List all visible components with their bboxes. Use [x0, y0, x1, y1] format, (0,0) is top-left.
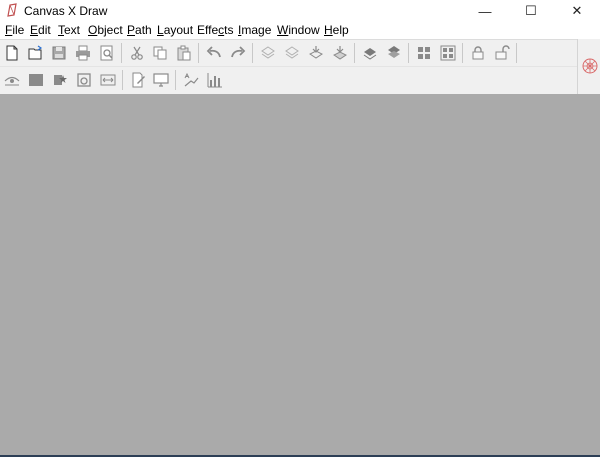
edit-document-icon[interactable]: [129, 71, 147, 89]
effects-icon[interactable]: [51, 71, 69, 89]
menu-help[interactable]: Help: [324, 23, 349, 37]
menu-effects[interactable]: Effects: [197, 23, 233, 37]
group-icon[interactable]: [361, 44, 379, 62]
bring-forward-icon[interactable]: [259, 44, 277, 62]
toolbar-separator: [354, 43, 355, 63]
paste-icon[interactable]: [175, 44, 193, 62]
visibility-icon[interactable]: [3, 71, 21, 89]
print-icon[interactable]: [74, 44, 92, 62]
menu-layout[interactable]: Layout: [157, 23, 193, 37]
toolbar-separator: [198, 43, 199, 63]
unlock-icon[interactable]: [493, 44, 511, 62]
toolbar-separator: [175, 70, 176, 90]
align-icon[interactable]: [415, 44, 433, 62]
menu-path[interactable]: Path: [127, 23, 152, 37]
open-file-icon[interactable]: [26, 44, 44, 62]
minimize-button[interactable]: —: [462, 0, 508, 22]
send-to-back-icon[interactable]: [331, 44, 349, 62]
toolbar-separator: [462, 43, 463, 63]
side-panel: [577, 39, 600, 94]
close-button[interactable]: ✕: [554, 0, 600, 22]
save-icon[interactable]: [50, 44, 68, 62]
print-preview-icon[interactable]: [98, 44, 116, 62]
ungroup-icon[interactable]: [385, 44, 403, 62]
copy-icon[interactable]: [151, 44, 169, 62]
resize-icon[interactable]: [99, 71, 117, 89]
cut-icon[interactable]: [128, 44, 146, 62]
menu-edit[interactable]: Edit: [30, 23, 51, 37]
maximize-button[interactable]: ☐: [508, 0, 554, 22]
redo-icon[interactable]: [229, 44, 247, 62]
document-canvas[interactable]: [0, 94, 600, 455]
fill-icon[interactable]: [27, 71, 45, 89]
text-chart-icon[interactable]: [182, 71, 200, 89]
undo-icon[interactable]: [205, 44, 223, 62]
distribute-icon[interactable]: [439, 44, 457, 62]
menu-image[interactable]: Image: [238, 23, 271, 37]
main-toolbar: [0, 39, 578, 66]
toolbar-separator: [252, 43, 253, 63]
display-icon[interactable]: [152, 71, 170, 89]
send-backward-icon[interactable]: [283, 44, 301, 62]
window-title: Canvas X Draw: [24, 4, 108, 18]
toolbar-separator: [408, 43, 409, 63]
new-document-icon[interactable]: [3, 44, 21, 62]
bring-to-front-icon[interactable]: [307, 44, 325, 62]
app-logo-icon: [6, 3, 18, 17]
gallery-icon[interactable]: [581, 57, 599, 75]
menu-window[interactable]: Window: [277, 23, 320, 37]
menu-bar: File Edit Text Object Path Layout Effect…: [0, 22, 600, 39]
title-bar: Canvas X Draw — ☐ ✕: [0, 0, 600, 22]
menu-object[interactable]: Object: [88, 23, 123, 37]
toolbar-separator: [122, 70, 123, 90]
secondary-toolbar: [0, 66, 578, 94]
lock-icon[interactable]: [469, 44, 487, 62]
menu-text[interactable]: Text: [58, 23, 80, 37]
menu-file[interactable]: File: [5, 23, 24, 37]
toolbar-separator: [516, 43, 517, 63]
toolbar-separator: [121, 43, 122, 63]
bar-chart-icon[interactable]: [206, 71, 224, 89]
shape-icon[interactable]: [75, 71, 93, 89]
